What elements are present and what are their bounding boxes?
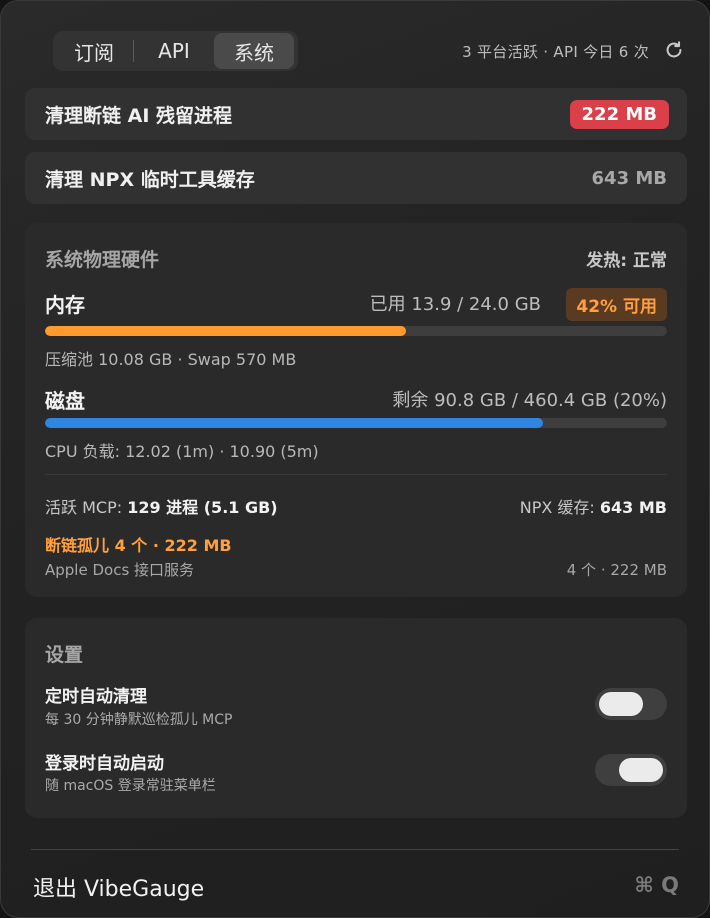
header-status-text: 3 平台活跃 · API 今日 6 次 [462, 43, 649, 61]
vibegauge-window: 订阅 API 系统 3 平台活跃 · API 今日 6 次 清理断链 AI 残留… [0, 0, 710, 918]
npx-cache-label: NPX 缓存: [519, 498, 600, 517]
launch-at-login-title: 登录时自动启动 [45, 754, 164, 774]
refresh-icon[interactable] [663, 39, 685, 61]
npx-cache-value: 643 MB [599, 498, 667, 517]
memory-usage-fill [45, 326, 406, 336]
npx-cache-line: NPX 缓存: 643 MB [520, 494, 667, 518]
cleanup-orphan-processes-button[interactable]: 清理断链 AI 残留进程 222 MB [25, 88, 687, 140]
launch-at-login-toggle[interactable] [595, 754, 667, 786]
orphan-service-name: Apple Docs 接口服务 [45, 561, 195, 579]
memory-usage-text: 已用 13.9 / 24.0 GB [369, 294, 541, 315]
tab-system[interactable]: 系统 [214, 33, 294, 69]
tab-subscription[interactable]: 订阅 [55, 33, 133, 69]
settings-panel: 设置 定时自动清理 每 30 分钟静默巡检孤儿 MCP 登录时自动启动 随 ma… [25, 618, 687, 818]
orphan-service-value: 4 个 · 222 MB [566, 561, 667, 579]
memory-detail: 压缩池 10.08 GB · Swap 570 MB [45, 350, 297, 369]
cleanup-npx-label: 清理 NPX 临时工具缓存 [45, 168, 255, 191]
auto-clean-toggle[interactable] [595, 688, 667, 720]
quit-shortcut: ⌘ Q [634, 873, 679, 897]
active-mcp-label: 活跃 MCP: [45, 498, 128, 517]
launch-at-login-subtitle: 随 macOS 登录常驻菜单栏 [45, 778, 216, 794]
active-mcp-line: 活跃 MCP: 129 进程 (5.1 GB) [45, 494, 278, 518]
npx-cache-size: 643 MB [591, 167, 667, 189]
auto-clean-title: 定时自动清理 [45, 687, 147, 707]
quit-button[interactable]: 退出 VibeGauge [33, 871, 204, 903]
section-divider [45, 474, 667, 475]
auto-clean-subtitle: 每 30 分钟静默巡检孤儿 MCP [45, 712, 233, 728]
disk-usage-bar [45, 418, 667, 428]
active-mcp-value: 129 进程 (5.1 GB) [127, 498, 278, 517]
thermal-status: 发热: 正常 [586, 251, 667, 271]
hardware-section-title: 系统物理硬件 [45, 249, 160, 271]
toggle-knob [599, 692, 643, 716]
settings-section-title: 设置 [45, 644, 84, 666]
disk-usage-fill [45, 418, 543, 428]
memory-available-badge: 42% 可用 [566, 288, 667, 321]
segmented-tabs: 订阅 API 系统 [53, 31, 298, 71]
orphan-summary: 断链孤儿 4 个 · 222 MB [45, 536, 232, 555]
disk-label: 磁盘 [45, 389, 85, 413]
footer-divider [31, 849, 679, 850]
disk-usage-text: 剩余 90.8 GB / 460.4 GB (20%) [392, 390, 667, 411]
memory-usage-bar [45, 326, 667, 336]
toggle-knob [619, 758, 663, 782]
orphan-size-badge: 222 MB [569, 99, 669, 129]
tab-api[interactable]: API [134, 33, 214, 69]
hardware-panel: 系统物理硬件 发热: 正常 内存 已用 13.9 / 24.0 GB 42% 可… [25, 223, 687, 597]
cleanup-orphan-label: 清理断链 AI 残留进程 [45, 104, 233, 127]
cpu-load-text: CPU 负载: 12.02 (1m) · 10.90 (5m) [45, 442, 319, 461]
cleanup-npx-cache-button[interactable]: 清理 NPX 临时工具缓存 643 MB [25, 152, 687, 204]
memory-label: 内存 [45, 293, 85, 317]
